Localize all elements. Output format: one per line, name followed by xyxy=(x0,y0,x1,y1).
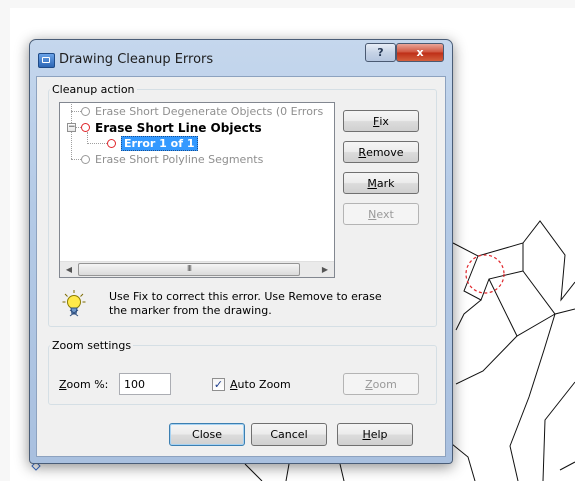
tree-item-label: Erase Short Degenerate Objects (0 Errors xyxy=(95,105,324,118)
help-label: elp xyxy=(370,428,388,441)
app-icon xyxy=(38,53,55,68)
tree-item-error-1-of-1[interactable]: Error 1 of 1 xyxy=(107,136,198,151)
remove-label: emove xyxy=(366,145,404,159)
dialog-title: Drawing Cleanup Errors xyxy=(59,52,214,67)
tree-item-erase-short-polyline[interactable]: Erase Short Polyline Segments xyxy=(81,152,263,167)
mark-accesskey: M xyxy=(367,176,377,190)
lightbulb-icon xyxy=(62,290,86,317)
drawing-line xyxy=(542,381,575,481)
info-message: Use Fix to correct this error. Use Remov… xyxy=(109,290,399,318)
help-caption-button[interactable]: ? xyxy=(365,43,396,62)
tree-item-label: Error 1 of 1 xyxy=(121,136,198,151)
scroll-thumb[interactable]: III xyxy=(78,263,300,276)
auto-zoom-checkbox[interactable]: ✓ xyxy=(212,378,225,391)
tree-item-erase-short-degenerate[interactable]: Erase Short Degenerate Objects (0 Errors xyxy=(81,104,323,119)
help-accesskey: H xyxy=(362,428,371,441)
drawing-line xyxy=(488,278,556,337)
drawing-cleanup-errors-dialog: Drawing Cleanup Errors ? x Cleanup actio… xyxy=(29,39,453,464)
zoom-settings-legend: Zoom settings xyxy=(52,339,132,352)
scroll-left-arrow-icon[interactable]: ◀ xyxy=(62,264,76,276)
fix-button[interactable]: Fix xyxy=(343,110,419,132)
zoom-accesskey: Z xyxy=(59,378,67,391)
cleanup-action-legend: Cleanup action xyxy=(52,83,135,96)
error-marker xyxy=(465,254,505,294)
help-button[interactable]: Help xyxy=(337,423,413,446)
zoom-label-rest: oom %: xyxy=(66,378,109,391)
tree-item-erase-short-line-objects[interactable]: Erase Short Line Objects xyxy=(81,120,262,135)
auto-zoom-label[interactable]: Auto Zoom xyxy=(230,378,291,391)
cleanup-tree-view[interactable]: − Erase Short Degenerate Objects (0 Erro… xyxy=(59,102,335,278)
collapse-toggle[interactable]: − xyxy=(67,123,76,132)
auto-zoom-label-rest: uto Zoom xyxy=(237,378,291,391)
zoom-percent-label: Zoom %: xyxy=(59,378,108,391)
mark-label: ark xyxy=(376,176,395,190)
drawing-line xyxy=(522,243,575,315)
drawing-line xyxy=(339,463,345,481)
zoom-settings-group: Zoom settings xyxy=(48,339,437,405)
scroll-right-arrow-icon[interactable]: ▶ xyxy=(318,264,332,276)
drawing-line xyxy=(509,313,556,481)
cancel-button[interactable]: Cancel xyxy=(251,423,327,446)
zoom-percent-input[interactable] xyxy=(119,373,171,395)
tree-connector xyxy=(87,143,107,144)
zoom-button-label: oom xyxy=(372,377,397,391)
radio-icon xyxy=(81,155,90,164)
zoom-button[interactable]: Zoom xyxy=(343,373,419,395)
dialog-client-area: Cleanup action − Erase Short Degenerate … xyxy=(36,76,446,457)
horizontal-scrollbar[interactable]: ◀ III ▶ xyxy=(60,261,334,277)
remove-accesskey: R xyxy=(358,145,367,159)
tree-connector xyxy=(71,111,81,112)
error-radio-icon xyxy=(81,123,90,132)
fix-label: ix xyxy=(379,114,389,128)
mark-button[interactable]: Mark xyxy=(343,172,419,194)
close-button[interactable]: Close xyxy=(169,423,245,446)
auto-zoom-accesskey: A xyxy=(230,378,238,391)
next-label: ext xyxy=(376,207,394,221)
info-line-2: the marker from the drawing. xyxy=(109,304,272,317)
drawing-line xyxy=(244,463,263,481)
error-radio-icon xyxy=(107,139,116,148)
drawing-line xyxy=(455,335,518,385)
tree-connector xyxy=(71,159,81,160)
tree-item-label: Erase Short Polyline Segments xyxy=(95,153,264,166)
radio-icon xyxy=(81,107,90,116)
info-line-1: Use Fix to correct this error. Use Remov… xyxy=(109,290,382,303)
drawing-line xyxy=(463,255,524,301)
drawing-line xyxy=(455,299,482,331)
remove-button[interactable]: Remove xyxy=(343,141,419,163)
next-button[interactable]: Next xyxy=(343,203,419,225)
tree-item-label: Erase Short Line Objects xyxy=(95,120,262,135)
close-caption-button[interactable]: x xyxy=(396,43,444,62)
drawing-line xyxy=(559,461,575,471)
next-accesskey: N xyxy=(368,207,377,221)
drawing-line xyxy=(285,463,290,481)
zoom-button-accesskey: Z xyxy=(365,377,373,391)
